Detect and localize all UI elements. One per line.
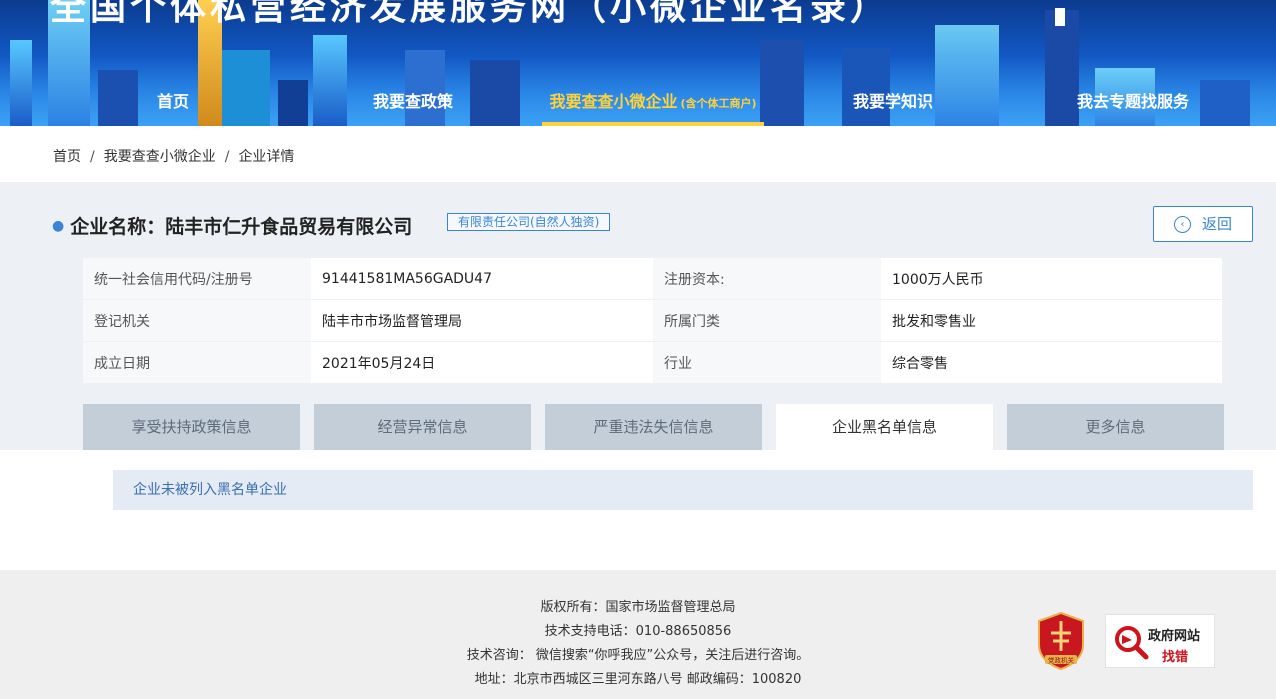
tab-serious-violation[interactable]: 严重违法失信信息 (545, 404, 762, 450)
main-nav: 首页 我要查政策 我要查查小微企业 (含个体工商户) 我要学知识 我去专题找服务 (0, 84, 1276, 126)
enterprise-title: ● 企业名称：陆丰市仁升食品贸易有限公司 (52, 212, 412, 239)
enterprise-info-table: 统一社会信用代码/注册号 91441581MA56GADU47 注册资本: 10… (83, 258, 1222, 384)
breadcrumb-home[interactable]: 首页 (53, 149, 81, 165)
nav-home[interactable]: 首页 (140, 84, 206, 126)
nav-knowledge-label: 我要学知识 (852, 92, 933, 111)
established-date-value: 2021年05月24日 (311, 342, 653, 384)
footer-address: 地址：北京市西城区三里河东路八号 邮政编码：100820 (474, 672, 802, 687)
emblem-text: 党政机关 (1048, 656, 1075, 665)
nav-policy-label: 我要查政策 (372, 92, 453, 111)
error-badge-line1: 政府网站 (1148, 629, 1201, 644)
breadcrumb-enterprise-search[interactable]: 我要查查小微企业 (104, 149, 216, 165)
credit-code-label: 统一社会信用代码/注册号 (83, 258, 311, 300)
blacklist-status-notice: 企业未被列入黑名单企业 (113, 470, 1253, 510)
header-banner: 全国个体私营经济发展服务网（小微企业名录） 首页 我要查政策 我要查查小微企业(… (0, 0, 1276, 126)
breadcrumb-separator: / (90, 149, 95, 165)
nav-home-label: 首页 (156, 92, 189, 111)
table-row: 统一社会信用代码/注册号 91441581MA56GADU47 注册资本: 10… (83, 258, 1222, 300)
credit-code-value: 91441581MA56GADU47 (311, 258, 653, 300)
category-label: 所属门类 (653, 300, 881, 342)
nav-services-label: 我去专题找服务 (1076, 92, 1189, 111)
gov-site-error-report-badge[interactable]: 政府网站 找错 (1105, 614, 1215, 668)
nav-services[interactable]: 我去专题找服务 (1068, 84, 1198, 126)
footer: 版权所有：国家市场监督管理总局 技术支持电话：010-88650856 技术咨询… (0, 570, 1276, 699)
nav-policy[interactable]: 我要查政策 (364, 84, 462, 126)
breadcrumb: 首页 / 我要查查小微企业 / 企业详情 (53, 146, 294, 166)
nav-enterprise-search-label: 我要查查小微企业 (549, 92, 678, 111)
bullet-icon: ● (52, 218, 65, 234)
back-arrow-icon: ‹ (1174, 216, 1191, 233)
tab-support-policy[interactable]: 享受扶持政策信息 (83, 404, 300, 450)
tab-blacklist[interactable]: 企业黑名单信息 (776, 404, 993, 450)
industry-label: 行业 (653, 342, 881, 384)
site-title: 全国个体私营经济发展服务网（小微企业名录） (50, 0, 891, 28)
breadcrumb-bar: 首页 / 我要查查小微企业 / 企业详情 (0, 126, 1276, 182)
industry-value: 综合零售 (881, 342, 1222, 384)
category-value: 批发和零售业 (881, 300, 1222, 342)
enterprise-name: 陆丰市仁升食品贸易有限公司 (165, 216, 413, 238)
back-button-label: 返回 (1202, 215, 1233, 233)
table-row: 成立日期 2021年05月24日 行业 综合零售 (83, 342, 1222, 384)
table-row: 登记机关 陆丰市市场监督管理局 所属门类 批发和零售业 (83, 300, 1222, 342)
tab-abnormal-operation[interactable]: 经营异常信息 (314, 404, 531, 450)
party-government-emblem-icon[interactable]: 党政机关 (1035, 611, 1087, 671)
back-button[interactable]: ‹ 返回 (1153, 206, 1253, 242)
breadcrumb-current: 企业详情 (238, 149, 295, 165)
nav-knowledge[interactable]: 我要学知识 (844, 84, 942, 126)
breadcrumb-separator: / (224, 149, 230, 165)
error-badge-line2: 找错 (1162, 650, 1189, 665)
established-date-label: 成立日期 (83, 342, 311, 384)
registered-capital-label: 注册资本: (653, 258, 881, 300)
enterprise-name-label: 企业名称： (70, 216, 166, 238)
tab-more-info[interactable]: 更多信息 (1007, 404, 1224, 450)
registration-authority-value: 陆丰市市场监督管理局 (311, 300, 653, 342)
registration-authority-label: 登记机关 (83, 300, 311, 342)
registered-capital-value: 1000万人民币 (881, 258, 1222, 300)
enterprise-info-panel: ● 企业名称：陆丰市仁升食品贸易有限公司 有限责任公司(自然人独资) ‹ 返回 统… (0, 182, 1276, 450)
nav-enterprise-search-sub: (含个体工商户) (680, 97, 757, 110)
nav-enterprise-search[interactable]: 我要查查小微企业 (含个体工商户) (542, 84, 764, 126)
enterprise-type-badge: 有限责任公司(自然人独资) (447, 213, 611, 231)
